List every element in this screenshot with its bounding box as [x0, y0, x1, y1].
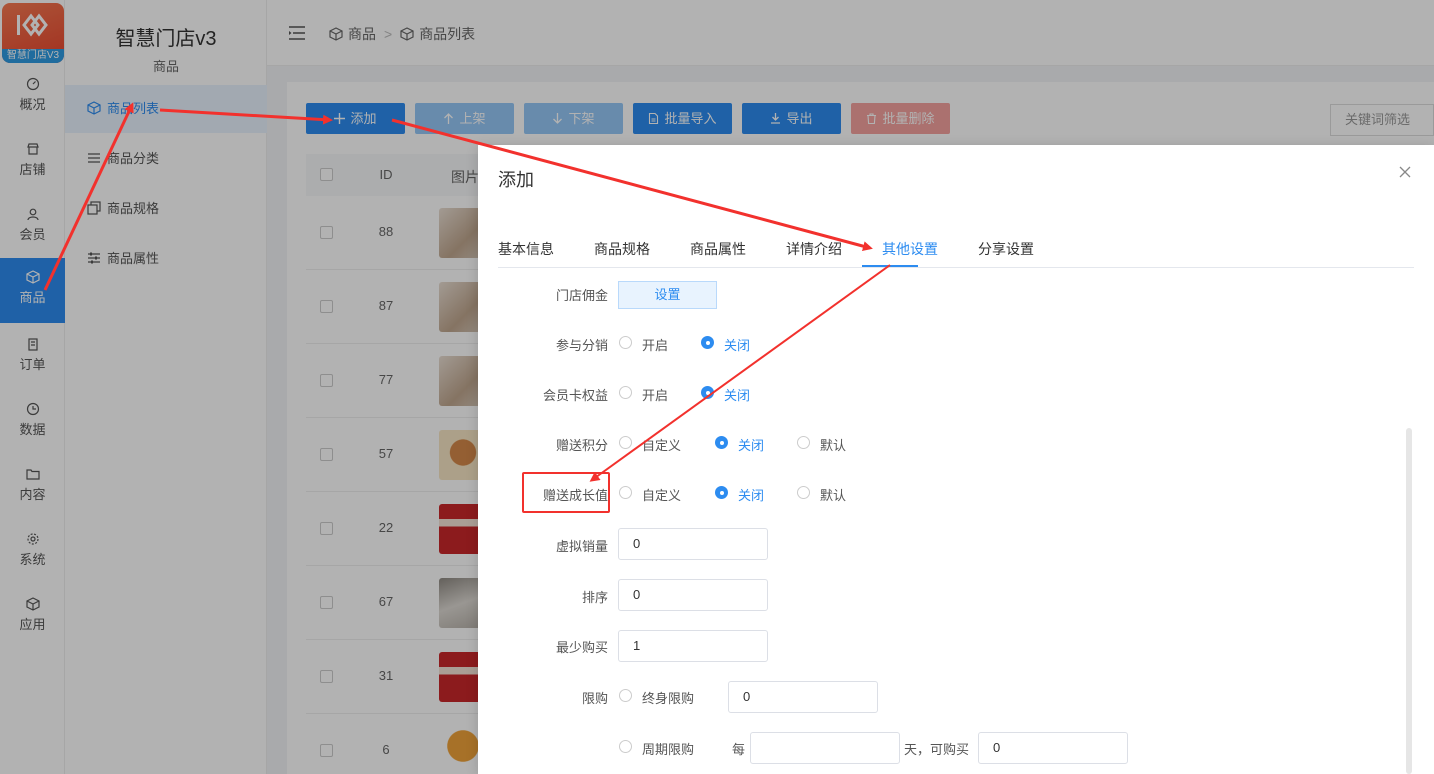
period-every-text: 每	[732, 742, 746, 757]
lifetime-limit-input[interactable]: 0	[728, 681, 878, 713]
tab-share-settings[interactable]: 分享设置	[978, 239, 1034, 259]
min-buy-label: 最少购买	[555, 640, 608, 655]
tab-other-settings[interactable]: 其他设置	[882, 239, 938, 259]
points-custom-radio[interactable]	[619, 436, 632, 449]
commission-set-button[interactable]: 设置	[618, 281, 717, 309]
commission-label: 门店佣金	[555, 288, 608, 303]
distribution-on-radio[interactable]	[619, 336, 632, 349]
points-default-radio[interactable]	[797, 436, 810, 449]
distribution-off-label[interactable]: 关闭	[724, 335, 750, 354]
min-buy-input[interactable]: 1	[618, 630, 768, 662]
add-goods-modal: 添加 基本信息 商品规格 商品属性 详情介绍 其他设置 分享设置 门店佣金 设置…	[478, 145, 1434, 774]
virtual-sales-input[interactable]: 0	[618, 528, 768, 560]
lifetime-limit-label[interactable]: 终身限购	[642, 688, 694, 707]
growth-custom-radio[interactable]	[619, 486, 632, 499]
growth-off-label[interactable]: 关闭	[738, 485, 764, 504]
points-label: 赠送积分	[555, 438, 608, 453]
tab-goods-spec[interactable]: 商品规格	[594, 239, 650, 259]
membercard-on-radio[interactable]	[619, 386, 632, 399]
growth-off-radio[interactable]	[715, 486, 728, 499]
points-off-radio[interactable]	[715, 436, 728, 449]
modal-title: 添加	[498, 170, 534, 190]
growth-default-radio[interactable]	[797, 486, 810, 499]
growth-custom-label[interactable]: 自定义	[642, 485, 681, 504]
tab-detail[interactable]: 详情介绍	[786, 239, 842, 259]
period-days-input[interactable]	[750, 732, 900, 764]
growth-default-label[interactable]: 默认	[820, 485, 846, 504]
lifetime-limit-radio[interactable]	[619, 689, 632, 702]
membercard-off-label[interactable]: 关闭	[724, 385, 750, 404]
active-tab-indicator	[862, 265, 918, 267]
sort-label: 排序	[581, 590, 608, 605]
distribution-on-label[interactable]: 开启	[642, 335, 668, 354]
annotation-highlight-box	[522, 472, 610, 513]
sort-input[interactable]: 0	[618, 579, 768, 611]
tab-goods-attr[interactable]: 商品属性	[690, 239, 746, 259]
period-limit-radio[interactable]	[619, 740, 632, 753]
membercard-off-radio[interactable]	[701, 386, 714, 399]
modal-tabs: 基本信息 商品规格 商品属性 详情介绍 其他设置 分享设置	[498, 231, 1414, 268]
distribution-label: 参与分销	[555, 338, 608, 353]
period-limit-label[interactable]: 周期限购	[642, 739, 694, 758]
points-default-label[interactable]: 默认	[820, 435, 846, 454]
period-days-text: 天，可购买	[904, 742, 970, 757]
distribution-off-radio[interactable]	[701, 336, 714, 349]
tab-basic-info[interactable]: 基本信息	[498, 239, 554, 259]
points-custom-label[interactable]: 自定义	[642, 435, 681, 454]
virtual-sales-label: 虚拟销量	[555, 539, 608, 554]
period-qty-input[interactable]: 0	[978, 732, 1128, 764]
modal-scrollbar[interactable]	[1406, 428, 1412, 774]
membercard-label: 会员卡权益	[542, 388, 608, 403]
close-icon[interactable]	[1398, 165, 1412, 179]
limit-label: 限购	[581, 691, 608, 706]
points-off-label[interactable]: 关闭	[738, 435, 764, 454]
membercard-on-label[interactable]: 开启	[642, 385, 668, 404]
